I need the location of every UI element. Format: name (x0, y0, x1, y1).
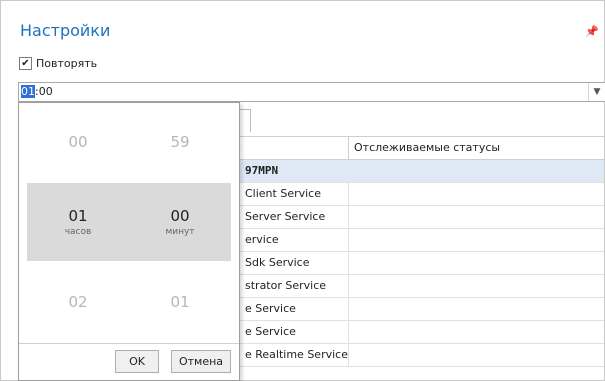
hours-next[interactable]: 02 (27, 293, 129, 311)
grid-group-row[interactable]: 97MPN (240, 160, 604, 183)
service-name: e Service (240, 298, 349, 320)
service-name: Sdk Service (240, 252, 349, 274)
service-name: ervice (240, 229, 349, 251)
pin-icon[interactable]: 📌 (585, 25, 599, 38)
hours-unit: часов (64, 227, 92, 237)
grid-header-name[interactable] (240, 137, 349, 159)
service-name: strator Service (240, 275, 349, 297)
chevron-down-icon[interactable]: ▼ (588, 83, 605, 101)
minutes-prev[interactable]: 59 (129, 133, 231, 151)
service-name: e Service (240, 321, 349, 343)
repeat-label: Повторять (36, 57, 98, 70)
time-value[interactable]: 01:00 (21, 85, 53, 98)
picker-divider (19, 343, 239, 344)
page-title: Настройки (20, 21, 111, 40)
service-statuses[interactable] (349, 344, 604, 366)
grid-group-label: 97MPN (245, 164, 279, 177)
table-row[interactable]: Server Service (240, 206, 604, 229)
minutes-next[interactable]: 01 (129, 293, 231, 311)
hours-prev[interactable]: 00 (27, 133, 129, 151)
service-statuses[interactable] (349, 321, 604, 343)
service-statuses[interactable] (349, 298, 604, 320)
table-row[interactable]: strator Service (240, 275, 604, 298)
time-hours-selected[interactable]: 01 (21, 85, 35, 98)
table-row[interactable]: e Realtime Service (240, 344, 604, 367)
service-name: Server Service (240, 206, 349, 228)
service-name: e Realtime Service (240, 344, 349, 366)
service-statuses[interactable] (349, 275, 604, 297)
services-grid: Отслеживаемые статусы 97MPN Client Servi… (240, 136, 604, 367)
minutes-value: 00 (170, 207, 190, 225)
service-statuses[interactable] (349, 229, 604, 251)
hours-current[interactable]: 01 часов (27, 183, 129, 261)
table-row[interactable]: Client Service (240, 183, 604, 206)
repeat-checkbox[interactable]: ✔ (19, 57, 32, 70)
time-picker-popup: 00 01 часов 02 59 00 минут 01 OK Отмена (18, 102, 240, 381)
minutes-current[interactable]: 00 минут (129, 183, 231, 261)
hours-value: 01 (68, 207, 88, 225)
cancel-button[interactable]: Отмена (171, 350, 231, 373)
minutes-unit: минут (165, 227, 195, 237)
time-input[interactable]: 01:00 ▼ (18, 82, 605, 102)
repeat-checkbox-row[interactable]: ✔ Повторять (19, 57, 97, 70)
settings-panel: Настройки 📌 ✔ Повторять 01:00 ▼ Отслежив… (0, 0, 605, 381)
service-statuses[interactable] (349, 252, 604, 274)
time-minutes-part: :00 (35, 85, 53, 98)
grid-header-statuses[interactable]: Отслеживаемые статусы (349, 137, 604, 159)
service-name: Client Service (240, 183, 349, 205)
table-row[interactable]: Sdk Service (240, 252, 604, 275)
service-statuses[interactable] (349, 183, 604, 205)
table-row[interactable]: ervice (240, 229, 604, 252)
grid-header: Отслеживаемые статусы (240, 136, 604, 160)
ok-button[interactable]: OK (115, 350, 159, 373)
table-row[interactable]: e Service (240, 298, 604, 321)
table-row[interactable]: e Service (240, 321, 604, 344)
service-statuses[interactable] (349, 206, 604, 228)
